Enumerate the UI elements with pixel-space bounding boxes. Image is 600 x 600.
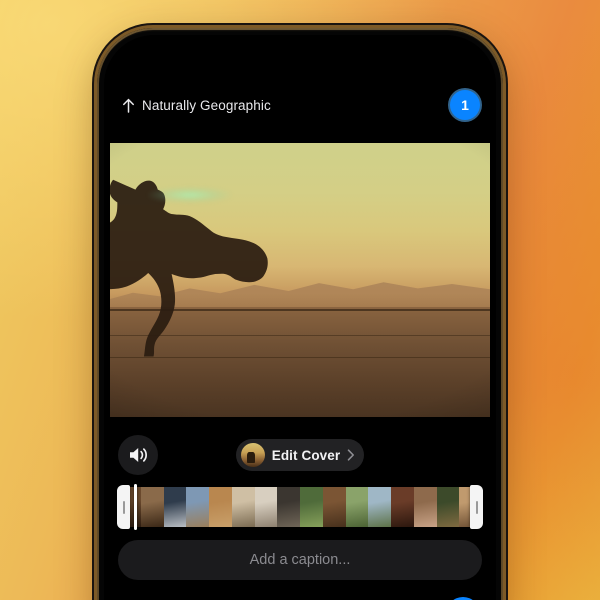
screenshot-stage: Naturally Geographic 1 Edit Cover Add a … xyxy=(0,0,600,600)
caption-placeholder: Add a caption... xyxy=(249,552,351,568)
cover-thumbnail xyxy=(240,443,265,467)
timeline-frame[interactable] xyxy=(209,487,232,527)
timeline-frame[interactable] xyxy=(163,487,187,527)
timeline-frame[interactable] xyxy=(345,487,369,527)
cover-controls-row: Edit Cover xyxy=(104,431,496,479)
page-title: Naturally Geographic xyxy=(142,97,271,113)
bottom-toolbar: HD xyxy=(104,593,496,600)
header-back-group[interactable]: Naturally Geographic xyxy=(122,98,450,113)
timeline-frame[interactable] xyxy=(413,487,437,527)
timeline-frame[interactable] xyxy=(368,487,391,527)
video-preview[interactable] xyxy=(110,143,490,417)
preview-vignette xyxy=(110,143,490,417)
edit-cover-button[interactable]: Edit Cover xyxy=(235,439,365,471)
timeline-playhead[interactable] xyxy=(134,484,137,530)
selection-count-badge[interactable]: 1 xyxy=(450,90,480,120)
phone-screen: Naturally Geographic 1 Edit Cover Add a … xyxy=(104,35,496,600)
trim-handle-right[interactable] xyxy=(470,485,483,529)
edit-cover-wrapper: Edit Cover xyxy=(158,439,442,471)
timeline-frame[interactable] xyxy=(391,487,414,527)
speaker-wave-icon xyxy=(129,448,147,462)
header-bar: Naturally Geographic 1 xyxy=(104,87,496,123)
timeline-frame[interactable] xyxy=(277,487,300,527)
timeline-frames[interactable] xyxy=(118,487,482,527)
phone-device: Naturally Geographic 1 Edit Cover Add a … xyxy=(97,28,503,600)
chevron-right-icon xyxy=(347,449,355,461)
video-timeline[interactable] xyxy=(117,484,483,530)
mute-toggle-button[interactable] xyxy=(118,435,158,475)
timeline-frame[interactable] xyxy=(436,487,460,527)
timeline-frame[interactable] xyxy=(300,487,323,527)
arrow-up-icon xyxy=(123,98,134,113)
timeline-frame[interactable] xyxy=(186,487,209,527)
timeline-frame[interactable] xyxy=(322,487,346,527)
timeline-frame[interactable] xyxy=(231,487,255,527)
timeline-frame[interactable] xyxy=(254,487,278,527)
timeline-frame[interactable] xyxy=(140,487,164,527)
edit-cover-label: Edit Cover xyxy=(271,447,341,463)
trim-handle-left[interactable] xyxy=(117,485,130,529)
caption-input[interactable]: Add a caption... xyxy=(118,540,482,580)
